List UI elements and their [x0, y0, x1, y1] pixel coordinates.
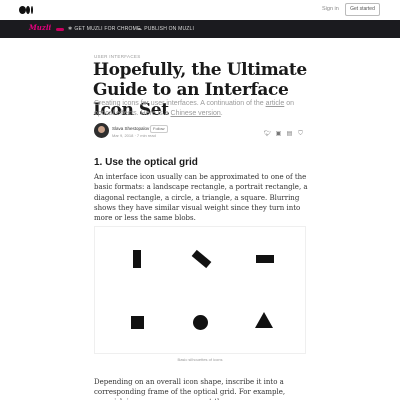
icon-silhouettes-figure [94, 226, 306, 354]
top-nav: Sign in Get started [0, 0, 400, 20]
paragraph: An interface icon usually can be approxi… [94, 173, 308, 223]
article-kicker[interactable]: USER INTERFACES [94, 54, 141, 59]
paragraph-2: Depending on an overall icon shape, insc… [94, 378, 286, 400]
portrait-rectangle-shape [133, 250, 141, 268]
follow-button[interactable]: Follow [150, 125, 168, 133]
get-muzli-chrome-link[interactable]: ✱ GET MUZLI FOR CHROME [68, 26, 141, 32]
muzli-banner: Muzli ✱ GET MUZLI FOR CHROME ☁ PUBLISH ON … [0, 20, 400, 38]
article-subtitle: Creating icons for user interfaces. A co… [94, 100, 295, 117]
sign-in-link[interactable]: Sign in [322, 6, 339, 12]
diagonal-rectangle-shape [191, 249, 212, 269]
get-started-button[interactable]: Get started [345, 3, 380, 16]
linkedin-icon[interactable]: ▣ [275, 131, 282, 138]
medium-logo-icon[interactable] [19, 6, 33, 14]
triangle-shape [255, 312, 273, 328]
chrome-link-label: GET MUZLI FOR CHROME [74, 26, 141, 32]
publish-on-muzli-link[interactable]: ☁ PUBLISH ON MUZLI [137, 26, 194, 32]
square-shape [131, 316, 144, 329]
muzli-logo-accent [56, 28, 64, 31]
avatar[interactable] [94, 123, 109, 138]
circle-shape [193, 315, 208, 330]
author-name[interactable]: Slava Shestopalov [112, 126, 149, 131]
landscape-rectangle-shape [256, 255, 274, 263]
article-link[interactable]: article [266, 100, 285, 107]
publish-link-label: PUBLISH ON MUZLI [144, 26, 195, 32]
figure-caption: Basic silhouettes of icons [177, 357, 223, 362]
facebook-icon[interactable]: ▤ [286, 131, 293, 138]
muzli-logo[interactable]: Muzli [29, 23, 54, 32]
chinese-version-link[interactable]: Chinese version [171, 110, 221, 117]
twitter-icon[interactable]: 🐦︎ [264, 131, 272, 138]
chrome-icon: ✱ [68, 26, 73, 32]
article-meta: Mar 9, 2018 · 7 min read [112, 133, 156, 138]
bookmark-icon[interactable]: ⛉ [297, 131, 304, 138]
author-block: Slava Shestopalov Follow Mar 9, 2018 · 7… [94, 123, 308, 139]
publish-icon: ☁ [137, 26, 143, 32]
section-heading: 1. Use the optical grid [94, 157, 198, 168]
